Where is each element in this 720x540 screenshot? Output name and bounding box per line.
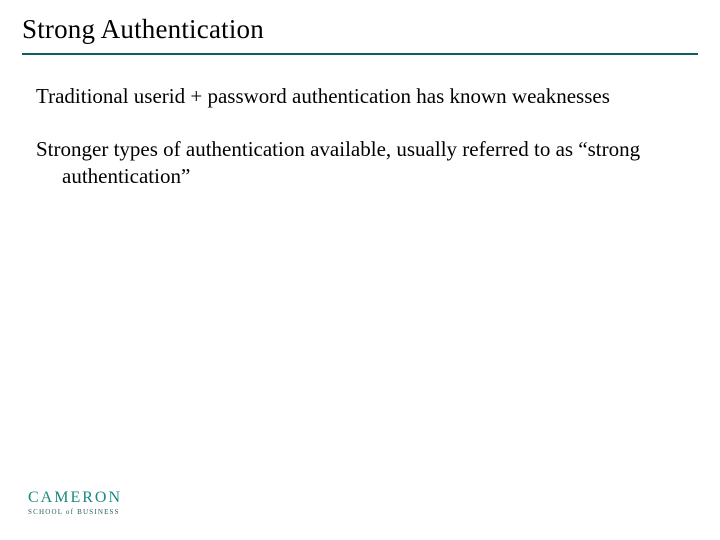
slide: Strong Authentication Traditional userid…	[0, 0, 720, 540]
logo-sub-text: SCHOOL of BUSINESS	[28, 508, 122, 516]
body-area: Traditional userid + password authentica…	[0, 55, 720, 190]
body-paragraph: Traditional userid + password authentica…	[36, 83, 676, 110]
slide-title: Strong Authentication	[22, 14, 720, 45]
title-area: Strong Authentication	[0, 0, 720, 45]
body-paragraph: Stronger types of authentication availab…	[36, 136, 676, 190]
logo-main-text: CAMERON	[28, 489, 122, 507]
footer-logo: CAMERON SCHOOL of BUSINESS	[28, 489, 122, 516]
